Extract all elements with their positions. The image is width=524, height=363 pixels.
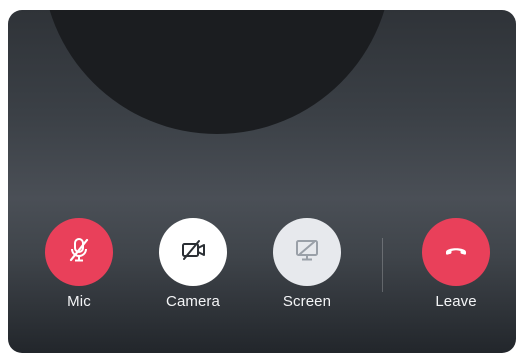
mic-button[interactable]: Mic bbox=[34, 218, 124, 318]
camera-button[interactable]: Camera bbox=[148, 218, 238, 318]
screen-share-label: Screen bbox=[282, 293, 332, 310]
camera-label: Camera bbox=[166, 293, 220, 310]
leave-button-circle[interactable] bbox=[422, 218, 490, 286]
mic-off-icon bbox=[64, 235, 94, 270]
camera-button-circle[interactable] bbox=[159, 218, 227, 286]
controls-divider bbox=[382, 238, 383, 292]
phone-hangup-icon bbox=[441, 235, 471, 270]
leave-label: Leave bbox=[435, 293, 477, 310]
mic-button-circle[interactable] bbox=[45, 218, 113, 286]
camera-off-icon bbox=[178, 235, 208, 270]
screen-share-off-icon bbox=[292, 235, 322, 270]
call-panel: Mic Camera Screen Leave bbox=[8, 10, 516, 353]
mic-label: Mic bbox=[67, 293, 91, 310]
participant-avatar bbox=[42, 10, 392, 134]
call-controls-bar: Mic Camera Screen Leave bbox=[8, 218, 516, 318]
screen-share-button-circle[interactable] bbox=[273, 218, 341, 286]
leave-button[interactable]: Leave bbox=[411, 218, 501, 318]
screen-share-button[interactable]: Screen bbox=[262, 218, 352, 318]
